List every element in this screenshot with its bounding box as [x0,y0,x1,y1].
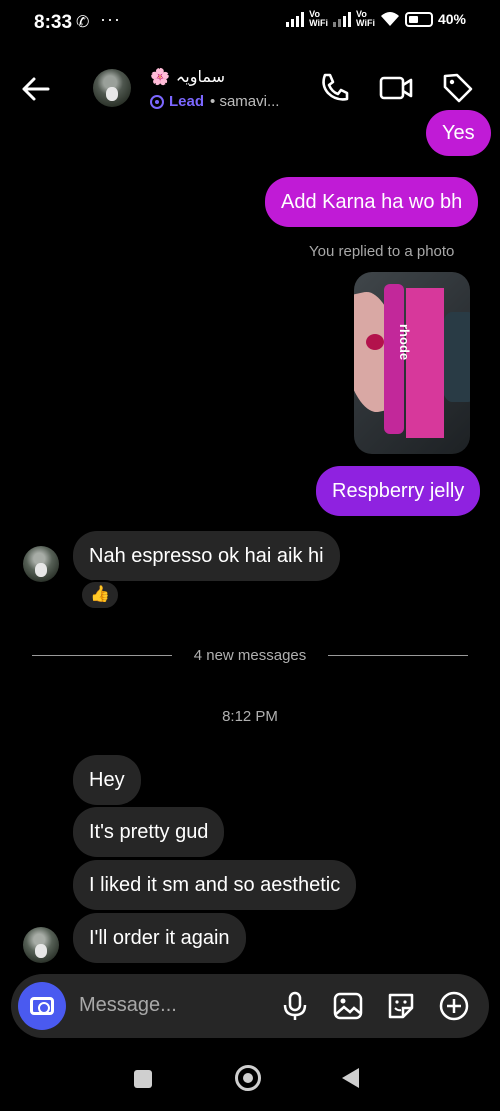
vowifi-label-2: Vo WiFi [356,9,375,28]
chat-header: 🌸 سماویہ Lead • samavi... [0,55,500,125]
status-icons: Vo WiFi Vo WiFi 40% [286,10,466,28]
lead-icon [150,94,164,109]
contact-subtitle: Lead • samavi... [150,93,279,110]
reply-note: You replied to a photo [309,243,455,260]
system-nav-bar [0,1052,500,1111]
contact-avatar[interactable] [93,69,131,107]
back-arrow-icon[interactable] [18,71,54,107]
sticker-icon[interactable] [385,990,417,1022]
phone-call-icon[interactable] [316,70,352,106]
contact-name: سماویہ [175,69,226,86]
photo-brand-text: rhode [397,324,412,361]
incoming-message[interactable]: It's pretty gud [73,807,225,857]
contact-handle: • samavi... [210,93,280,110]
system-back-button[interactable] [342,1068,359,1088]
contact-name-row[interactable]: 🌸 سماویہ [150,67,225,87]
gallery-icon[interactable] [332,990,364,1022]
new-messages-divider: 4 new messages [0,647,500,665]
incoming-message[interactable]: Hey [73,755,141,805]
incoming-message[interactable]: Nah espresso ok hai aik hi [73,531,340,581]
incoming-message[interactable]: I liked it sm and so aesthetic [73,860,357,910]
message-composer: Message... [11,974,489,1038]
status-time: 8:33 [34,12,73,33]
lead-badge[interactable]: Lead [150,93,204,110]
video-call-icon[interactable] [378,70,414,106]
status-bar: 8:33 ✆ ··· Vo WiFi Vo WiFi 40% [0,0,500,46]
more-notifications-icon: ··· [100,9,121,29]
sender-avatar[interactable] [23,927,59,963]
outgoing-message[interactable]: Respberry jelly [316,466,481,516]
incoming-message[interactable]: I'll order it again [73,913,246,963]
recents-button[interactable] [134,1070,152,1088]
vowifi-label: Vo WiFi [309,9,329,28]
signal-icon [286,11,305,27]
outgoing-message[interactable]: Yes [426,110,491,156]
battery-percent: 40% [437,11,466,27]
battery-icon [404,11,433,27]
whatsapp-icon: ✆ [76,14,90,31]
microphone-icon[interactable] [279,990,311,1022]
flower-emoji: 🌸 [150,69,170,86]
thumbs-up-reaction[interactable]: 👍 [80,580,120,610]
signal-icon-2 [333,11,352,27]
add-icon[interactable] [438,990,470,1022]
message-timestamp: 8:12 PM [222,708,278,725]
sender-avatar[interactable] [23,546,59,582]
tag-icon[interactable] [440,70,476,106]
wifi-icon [380,12,399,26]
message-input[interactable]: Message... [79,994,177,1017]
lead-label: Lead [169,93,205,110]
outgoing-message[interactable]: Add Karna ha wo bh [265,177,479,227]
camera-button[interactable] [18,982,66,1030]
replied-photo[interactable]: rhode [354,272,470,454]
camera-icon [30,997,54,1015]
home-button[interactable] [235,1065,261,1091]
